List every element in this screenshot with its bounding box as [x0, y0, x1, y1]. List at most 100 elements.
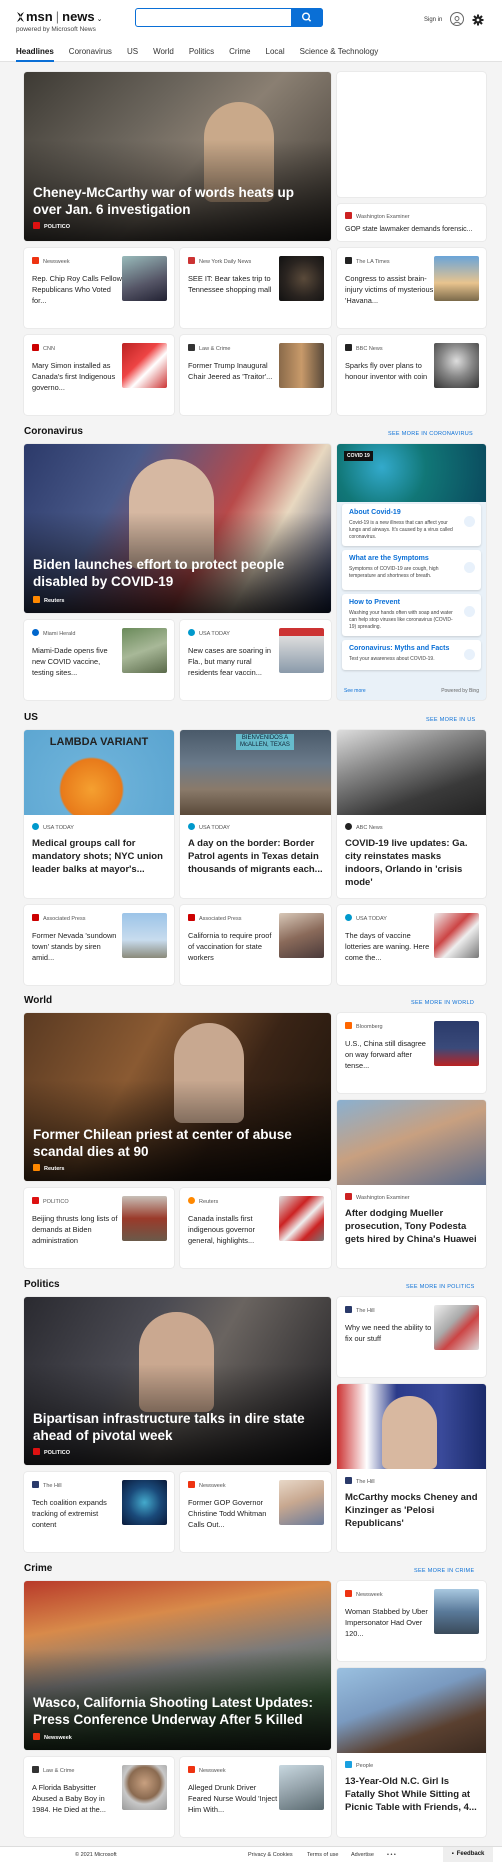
nav-tab-us[interactable]: US [127, 47, 138, 56]
sign-in-link[interactable]: Sign in [424, 17, 442, 23]
source-label: Associated Press [199, 916, 242, 922]
hero-source-label: POLITICO [44, 224, 70, 230]
thumbnail-image [434, 256, 479, 301]
us-card-1[interactable]: LAMBDA VARIANT USA TODAY Medical groups … [24, 730, 174, 898]
card-text: Alleged Drunk Driver Feared Nurse Would … [188, 1783, 278, 1814]
search-input[interactable] [136, 10, 286, 28]
card-text: Former GOP Governor Christine Todd Whitm… [188, 1498, 267, 1529]
list-item[interactable]: Law & Crime Former Trump Inaugural Chair… [180, 335, 331, 415]
nav-tab-headlines[interactable]: Headlines [16, 47, 54, 62]
list-item[interactable]: Reuters Canada installs first indigenous… [180, 1188, 331, 1268]
us-card-3[interactable]: ABC News COVID-19 live updates: Ga. city… [337, 730, 486, 898]
hero-source-label: Reuters [44, 598, 65, 604]
settings-gear-icon[interactable] [472, 13, 484, 26]
list-item[interactable]: Law & Crime A Florida Babysitter Abused … [24, 1757, 174, 1837]
card-source: The Hill [32, 1481, 62, 1489]
card-text: Medical groups call for mandatory shots;… [32, 838, 163, 875]
list-item[interactable]: BBC News Sparks fly over plans to honour… [337, 335, 486, 415]
source-label: Newsweek [356, 1592, 383, 1598]
list-item[interactable]: Newsweek Alleged Drunk Driver Feared Nur… [180, 1757, 331, 1837]
miami-herald-icon [32, 629, 39, 636]
card-text: The days of vaccine lotteries are waning… [345, 931, 430, 962]
bloomberg-icon [345, 1022, 352, 1029]
headline-hero-card[interactable]: Cheney-McCarthy war of words heats up ov… [24, 72, 331, 241]
card-source: Washington Examiner [345, 212, 410, 220]
search-button[interactable] [291, 8, 323, 27]
world-hero-card[interactable]: Former Chilean priest at center of abuse… [24, 1013, 331, 1181]
list-item[interactable]: Newsweek Woman Stabbed by Uber Impersona… [337, 1581, 486, 1661]
crime-hero-card[interactable]: Wasco, California Shooting Latest Update… [24, 1581, 331, 1750]
card-source: Newsweek [188, 1766, 226, 1774]
source-label: POLITICO [43, 1199, 69, 1205]
covid-item-prevent[interactable]: How to Prevent Washing your hands often … [342, 594, 481, 636]
list-item[interactable]: The Hill Why we need the ability to fix … [337, 1297, 486, 1377]
coronavirus-hero-card[interactable]: Biden launches effort to protect people … [24, 444, 331, 613]
crime-side-tall-card[interactable]: People 13-Year-Old N.C. Girl Is Fatally … [337, 1668, 486, 1837]
list-item[interactable]: Miami Herald Miami-Dade opens five new C… [24, 620, 174, 700]
nav-tab-crime[interactable]: Crime [229, 47, 250, 56]
nav-tab-local[interactable]: Local [266, 47, 285, 56]
see-more-us-link[interactable]: SEE MORE IN US [426, 717, 475, 723]
covid-item-myths[interactable]: Coronavirus: Myths and Facts Test your a… [342, 640, 481, 670]
source-label: Bloomberg [356, 1024, 383, 1030]
privacy-link[interactable]: Privacy & Cookies [248, 1852, 293, 1858]
chevron-down-icon[interactable]: ⌄ [97, 16, 103, 23]
list-item[interactable]: New York Daily News SEE IT: Bear takes t… [180, 248, 331, 328]
usa-today-icon [345, 914, 352, 921]
list-item[interactable]: Associated Press California to require p… [180, 905, 331, 985]
card-text: A Florida Babysitter Abused a Baby Boy i… [32, 1783, 106, 1814]
feedback-button[interactable]: ▪ Feedback [443, 1847, 493, 1862]
thermometer-icon [464, 562, 475, 573]
hero-title: Cheney-McCarthy war of words heats up ov… [33, 185, 295, 217]
list-item[interactable]: USA TODAY The days of vaccine lotteries … [337, 905, 486, 985]
thumbnail-image [279, 628, 324, 673]
quiz-icon [464, 649, 475, 660]
section-heading-crime: Crime [24, 1563, 53, 1574]
headline-side-card[interactable]: Washington Examiner GOP state lawmaker d… [337, 204, 486, 241]
associated-press-icon [188, 914, 195, 921]
list-item[interactable]: USA TODAY New cases are soaring in Fla.,… [180, 620, 331, 700]
msn-logo[interactable]: msn | news ⌄ [16, 9, 103, 24]
profile-avatar-icon[interactable] [450, 12, 464, 26]
terms-link[interactable]: Terms of use [307, 1852, 338, 1858]
covid-item-about[interactable]: About Covid-19 Covid-19 is a new illness… [342, 504, 481, 546]
more-options-icon[interactable]: • • • [387, 1852, 396, 1858]
covid-item-symptoms[interactable]: What are the Symptoms Symptoms of COVID-… [342, 550, 481, 590]
list-item[interactable]: POLITICO Beijing thrusts long lists of d… [24, 1188, 174, 1268]
list-item[interactable]: Newsweek Rep. Chip Roy Calls Fellow Repu… [24, 248, 174, 328]
see-more-coronavirus-link[interactable]: SEE MORE IN CORONAVIRUS [388, 431, 473, 437]
nav-tab-politics[interactable]: Politics [189, 47, 214, 56]
list-item[interactable]: Associated Press Former Nevada 'sundown … [24, 905, 174, 985]
source-label: The Hill [43, 1483, 62, 1489]
nav-tab-coronavirus[interactable]: Coronavirus [69, 47, 112, 56]
list-item[interactable]: Newsweek Former GOP Governor Christine T… [180, 1472, 331, 1552]
advertise-link[interactable]: Advertise [351, 1852, 374, 1858]
card-text: Former Nevada 'sundown town' stands by s… [32, 931, 117, 962]
nav-tab-world[interactable]: World [153, 47, 174, 56]
covid-see-more-link[interactable]: See more [344, 688, 366, 694]
see-more-crime-link[interactable]: SEE MORE IN CRIME [414, 1568, 474, 1574]
source-label: New York Daily News [199, 259, 252, 265]
politics-hero-card[interactable]: Bipartisan infrastructure talks in dire … [24, 1297, 331, 1465]
card-source: Law & Crime [188, 344, 230, 352]
see-more-politics-link[interactable]: SEE MORE IN POLITICS [406, 1284, 475, 1290]
list-item[interactable]: The LA Times Congress to assist brain-in… [337, 248, 486, 328]
thumbnail-image [122, 256, 167, 301]
source-label: Newsweek [43, 259, 70, 265]
nav-tab-science-technology[interactable]: Science & Technology [300, 47, 379, 56]
politics-side-tall-card[interactable]: The Hill McCarthy mocks Cheney and Kinzi… [337, 1384, 486, 1552]
world-side-tall-card[interactable]: Washington Examiner After dodging Muelle… [337, 1100, 486, 1268]
card-text: Mary Simon installed as Canada's first I… [32, 361, 116, 392]
see-more-world-link[interactable]: SEE MORE IN WORLD [411, 1000, 474, 1006]
thumbnail-image [122, 913, 167, 958]
covid-item-desc: Symptoms of COVID-19 are cough, high tem… [349, 566, 439, 579]
card-source: USA TODAY [188, 823, 230, 831]
list-item[interactable]: Bloomberg U.S., China still disagree on … [337, 1013, 486, 1093]
list-item[interactable]: CNN Mary Simon installed as Canada's fir… [24, 335, 174, 415]
people-icon [345, 1761, 352, 1768]
us-card-2[interactable]: BIENVENIDOS A McALLEN, TEXAS USA TODAY A… [180, 730, 331, 898]
hero-source: Reuters [33, 596, 64, 604]
list-item[interactable]: The Hill Tech coalition expands tracking… [24, 1472, 174, 1552]
newsweek-icon [188, 1766, 195, 1773]
ny-daily-news-icon [188, 257, 195, 264]
